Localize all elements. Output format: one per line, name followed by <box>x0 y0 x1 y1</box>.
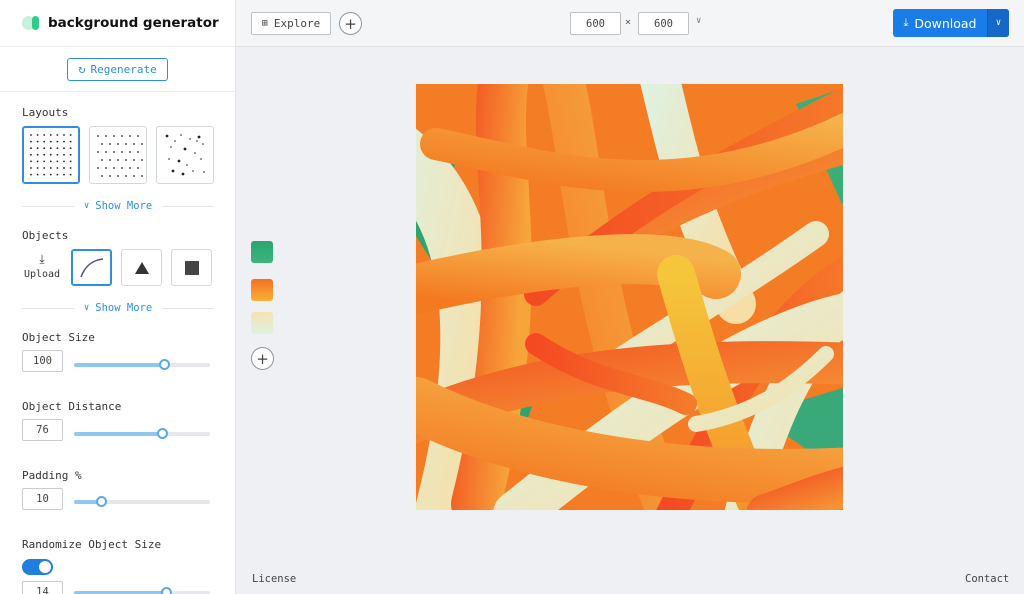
slider-handle[interactable] <box>161 587 173 594</box>
width-input[interactable] <box>570 12 621 35</box>
upload-label: Upload <box>23 269 61 280</box>
chevron-down-icon: ∨ <box>995 18 1002 28</box>
layout-offset-grid-option[interactable] <box>89 126 147 184</box>
upload-icon: ⤓ <box>39 252 45 266</box>
objects-show-more[interactable]: ∨ Show More <box>22 302 215 314</box>
object-distance-slider[interactable] <box>74 428 210 439</box>
download-icon: ⤓ <box>903 16 909 29</box>
layout-random-option[interactable] <box>156 126 214 184</box>
contact-link[interactable]: Contact <box>965 573 1009 585</box>
object-distance-label: Object Distance <box>22 400 122 413</box>
object-size-input[interactable] <box>22 350 63 372</box>
layouts-show-more[interactable]: ∨ Show More <box>22 200 215 212</box>
show-more-label: Show More <box>95 302 153 314</box>
license-link[interactable]: License <box>252 573 296 585</box>
color-swatch-orange[interactable] <box>251 279 273 301</box>
download-label: Download <box>914 15 977 31</box>
brand-header: background generator <box>0 0 235 47</box>
square-icon <box>184 260 199 275</box>
object-size-label: Object Size <box>22 331 95 344</box>
padding-label: Padding % <box>22 469 82 482</box>
generated-background-canvas <box>416 84 843 510</box>
app-name: background generator <box>48 15 219 31</box>
upload-object-button[interactable]: ⤓ Upload <box>22 252 62 280</box>
grid-layout-icon <box>30 134 72 176</box>
randomize-size-toggle[interactable] <box>22 559 53 575</box>
times-sign: × <box>625 17 632 28</box>
download-button[interactable]: ⤓ Download <box>893 9 987 37</box>
padding-input[interactable] <box>22 488 63 510</box>
object-size-slider[interactable] <box>74 359 210 370</box>
layouts-label: Layouts <box>22 106 69 119</box>
chevron-down-icon: ∨ <box>83 303 90 313</box>
app-logo <box>22 16 41 30</box>
object-square-option[interactable] <box>171 249 212 286</box>
add-button[interactable]: + <box>339 12 362 35</box>
color-swatch-cream[interactable] <box>251 312 273 334</box>
slider-handle[interactable] <box>96 496 108 507</box>
plus-icon: + <box>256 349 269 368</box>
regenerate-button[interactable]: ↻ Regenerate <box>67 57 168 81</box>
chevron-down-icon: ∨ <box>83 201 90 211</box>
slider-handle[interactable] <box>158 359 170 370</box>
randomize-size-label: Randomize Object Size <box>22 538 162 551</box>
color-swatch-green[interactable] <box>251 241 273 263</box>
random-layout-icon <box>165 134 205 176</box>
download-options-button[interactable]: ∨ <box>987 9 1009 37</box>
objects-label: Objects <box>22 229 69 242</box>
show-more-label: Show More <box>95 200 153 212</box>
offset-grid-layout-icon <box>97 135 143 177</box>
object-distance-input[interactable] <box>22 419 63 441</box>
randomize-size-input[interactable] <box>22 581 63 594</box>
object-triangle-option[interactable] <box>121 249 162 286</box>
slider-handle[interactable] <box>157 428 169 439</box>
add-color-button[interactable]: + <box>251 347 274 370</box>
regenerate-label: Regenerate <box>90 62 157 76</box>
plus-icon: + <box>344 14 357 33</box>
curve-icon <box>79 257 103 277</box>
object-curve-option[interactable] <box>71 249 112 286</box>
padding-slider[interactable] <box>74 496 210 507</box>
explore-label: Explore <box>273 17 321 30</box>
download-split-button: ⤓ Download ∨ <box>893 9 1009 37</box>
sidebar: background generator ↻ Regenerate Layout… <box>0 0 236 594</box>
size-presets-chevron-icon[interactable]: ∨ <box>696 16 701 26</box>
triangle-icon <box>134 261 149 274</box>
top-toolbar: ⊞ Explore + × ∨ ⤓ Download ∨ <box>236 0 1024 47</box>
explore-button[interactable]: ⊞ Explore <box>251 12 331 35</box>
height-input[interactable] <box>638 12 689 35</box>
grid-icon: ⊞ <box>261 18 268 29</box>
layout-grid-option[interactable] <box>22 126 80 184</box>
refresh-icon: ↻ <box>78 62 86 76</box>
